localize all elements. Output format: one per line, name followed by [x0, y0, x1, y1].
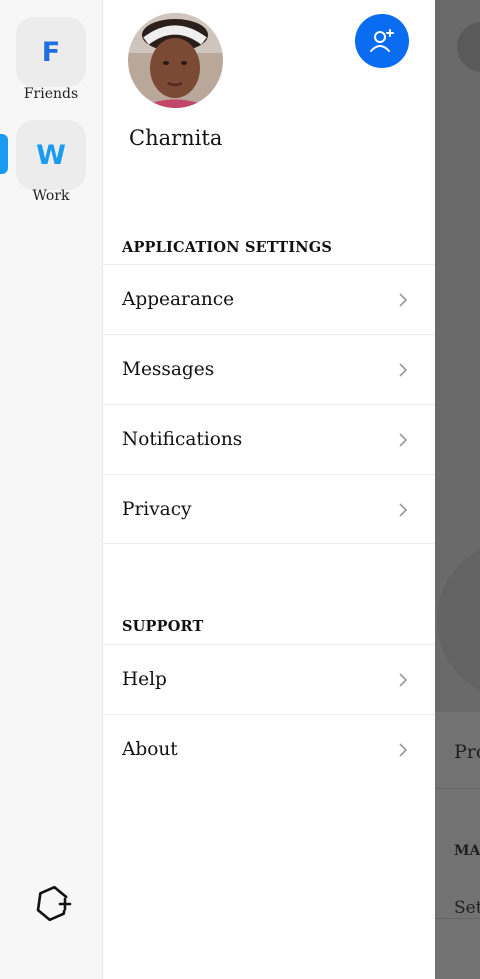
background-divider — [435, 918, 480, 919]
dimmed-background-screen[interactable]: Pro MA Set — [435, 0, 480, 979]
add-friend-button[interactable] — [355, 14, 409, 68]
settings-row-help[interactable]: Help — [103, 644, 435, 714]
avatar[interactable] — [128, 13, 223, 108]
chevron-right-icon — [399, 433, 408, 447]
chevron-right-icon — [399, 293, 408, 307]
workspace-work-initial: W — [36, 139, 66, 171]
active-workspace-indicator — [0, 134, 8, 174]
settings-row-about[interactable]: About — [103, 714, 435, 784]
settings-row-label: Messages — [122, 359, 215, 380]
chevron-right-icon — [399, 673, 408, 687]
workspace-friends-button[interactable]: F — [16, 17, 86, 87]
background-decoration — [437, 540, 480, 700]
background-section-text: MA — [454, 843, 480, 859]
settings-row-label: Appearance — [122, 289, 235, 310]
background-panel: Pro MA Set — [435, 712, 480, 979]
settings-drawer: Charnita APPLICATION SETTINGS Appearance… — [103, 0, 435, 979]
settings-row-notifications[interactable]: Notifications — [103, 404, 435, 474]
settings-row-messages[interactable]: Messages — [103, 334, 435, 404]
section-title-support: SUPPORT — [122, 618, 204, 635]
settings-row-label: Help — [122, 669, 167, 690]
workspace-rail: F Friends W Work — [0, 0, 103, 979]
section-title-application-settings: APPLICATION SETTINGS — [122, 239, 333, 256]
chevron-right-icon — [399, 363, 408, 377]
chevron-right-icon — [399, 743, 408, 757]
background-row-text: Pro — [454, 741, 480, 763]
workspace-friends-initial: F — [41, 36, 61, 68]
settings-row-label: Notifications — [122, 429, 243, 450]
chevron-right-icon — [399, 503, 408, 517]
menu-icon — [457, 22, 480, 72]
workspace-work-label: Work — [32, 188, 70, 204]
user-name: Charnita — [129, 126, 223, 150]
settings-row-appearance[interactable]: Appearance — [103, 264, 435, 334]
background-divider — [435, 788, 480, 789]
settings-row-label: About — [122, 739, 178, 760]
add-friend-icon — [370, 29, 394, 52]
workspace-friends-label: Friends — [23, 86, 79, 102]
settings-row-label: Privacy — [122, 498, 192, 520]
workspace-work-button[interactable]: W — [16, 120, 86, 190]
add-workspace-icon[interactable] — [30, 882, 74, 926]
background-setting-text: Set — [454, 898, 480, 918]
settings-row-privacy[interactable]: Privacy — [103, 474, 435, 544]
